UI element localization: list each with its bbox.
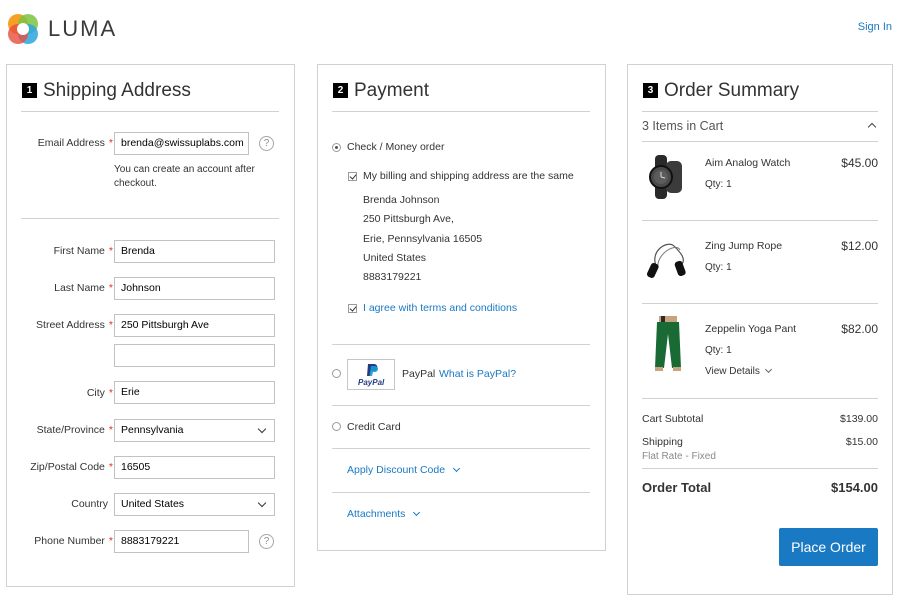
divider xyxy=(642,141,878,142)
divider xyxy=(642,220,878,221)
credit-card-radio[interactable] xyxy=(332,422,341,431)
apply-discount-label: Apply Discount Code xyxy=(347,464,446,476)
state-label: State/Province * xyxy=(36,424,113,436)
divider xyxy=(642,398,878,399)
divider xyxy=(21,218,279,219)
divider xyxy=(21,111,279,112)
payment-title: 2 Payment xyxy=(333,80,429,102)
billing-address-line: United States xyxy=(363,252,427,264)
agree-terms-checkbox[interactable] xyxy=(348,304,357,313)
divider xyxy=(332,111,590,112)
last-name-field[interactable]: Johnson xyxy=(114,277,275,300)
chevron-down-icon xyxy=(453,464,461,473)
cart-item-price: $12.00 xyxy=(841,239,878,253)
order-summary-title: 3 Order Summary xyxy=(643,80,799,102)
zip-field[interactable]: 16505 xyxy=(114,456,275,479)
step-number: 2 xyxy=(333,83,348,98)
brand-name[interactable]: LUMA xyxy=(48,16,117,42)
subtotal-value: $139.00 xyxy=(840,413,878,425)
cart-item-price: $45.00 xyxy=(841,156,878,170)
agree-terms-link[interactable]: I agree with terms and conditions xyxy=(363,302,517,314)
street-address-line2-field[interactable] xyxy=(114,344,275,367)
email-label: Email Address * xyxy=(37,137,113,149)
first-name-field[interactable]: Brenda xyxy=(114,240,275,263)
chevron-down-icon xyxy=(764,365,772,374)
state-select-value: Pennsylvania xyxy=(121,424,184,436)
account-note: You can create an account after checkout… xyxy=(114,164,255,189)
street-address-field[interactable]: 250 Pittsburgh Ave xyxy=(114,314,275,337)
cart-item-price: $82.00 xyxy=(841,322,878,336)
cart-item-name: Aim Analog Watch xyxy=(705,157,791,169)
shipping-value: $15.00 xyxy=(845,436,878,448)
attachments-label: Attachments xyxy=(347,508,406,520)
billing-address-line: Brenda Johnson xyxy=(363,194,440,206)
last-name-label: Last Name * xyxy=(54,282,113,294)
divider xyxy=(642,468,878,469)
email-field[interactable]: brenda@swissuplabs.com xyxy=(114,132,249,155)
same-address-label[interactable]: My billing and shipping address are the … xyxy=(363,170,574,182)
city-label: City * xyxy=(86,387,113,399)
phone-label: Phone Number * xyxy=(34,535,113,547)
view-details-label: View Details xyxy=(705,366,760,377)
billing-address-line: 250 Pittsburgh Ave, xyxy=(363,213,454,225)
cart-item-qty: Qty: 1 xyxy=(705,345,732,356)
city-field[interactable]: Erie xyxy=(114,381,275,404)
country-select[interactable]: United States xyxy=(114,493,275,516)
divider xyxy=(332,492,590,493)
subtotal-label: Cart Subtotal xyxy=(642,413,704,425)
product-image-yoga-pant xyxy=(651,316,685,372)
order-summary-title-text: Order Summary xyxy=(664,80,800,101)
billing-address-line: 8883179221 xyxy=(363,271,422,283)
luma-logo-icon[interactable] xyxy=(6,12,40,46)
divider xyxy=(642,303,878,304)
order-total-value: $154.00 xyxy=(831,480,878,495)
paypal-radio[interactable] xyxy=(332,369,341,378)
billing-address-line: Erie, Pennsylvania 16505 xyxy=(363,233,483,245)
country-select-value: United States xyxy=(121,498,185,510)
check-money-radio[interactable] xyxy=(332,143,341,152)
check-money-label[interactable]: Check / Money order xyxy=(347,141,444,153)
shipping-title: 1 Shipping Address xyxy=(22,80,191,102)
attachments-toggle[interactable]: Attachments xyxy=(347,508,421,520)
payment-title-text: Payment xyxy=(354,80,429,101)
street-address-label: Street Address * xyxy=(36,319,113,331)
credit-card-label[interactable]: Credit Card xyxy=(347,421,401,433)
zip-label: Zip/Postal Code * xyxy=(30,461,113,473)
items-in-cart-toggle[interactable]: 3 Items in Cart xyxy=(642,119,723,133)
view-details-toggle[interactable]: View Details xyxy=(705,365,772,377)
phone-field[interactable]: 8883179221 xyxy=(114,530,249,553)
product-image-watch xyxy=(646,153,690,201)
cart-item-name: Zeppelin Yoga Pant xyxy=(705,323,797,335)
what-is-paypal-link[interactable]: What is PayPal? xyxy=(439,368,516,380)
state-select[interactable]: Pennsylvania xyxy=(114,419,275,442)
country-label: Country xyxy=(71,498,108,510)
cart-item-name: Zing Jump Rope xyxy=(705,240,783,252)
order-total-label: Order Total xyxy=(642,480,712,495)
cart-item-qty: Qty: 1 xyxy=(705,179,732,190)
divider xyxy=(332,448,590,449)
first-name-label: First Name * xyxy=(53,245,113,257)
paypal-logo-text: PayPal xyxy=(358,378,385,387)
place-order-button[interactable]: Place Order xyxy=(779,528,878,566)
product-image-jump-rope xyxy=(646,236,690,280)
chevron-down-icon xyxy=(413,508,421,517)
divider xyxy=(332,405,590,406)
sign-in-link[interactable]: Sign In xyxy=(858,21,892,33)
apply-discount-toggle[interactable]: Apply Discount Code xyxy=(347,464,461,476)
paypal-logo: PayPal xyxy=(347,359,395,390)
help-icon[interactable]: ? xyxy=(259,534,274,549)
shipping-method: Flat Rate - Fixed xyxy=(642,451,716,462)
shipping-title-text: Shipping Address xyxy=(43,80,191,101)
shipping-label: Shipping xyxy=(642,436,683,448)
same-address-checkbox[interactable] xyxy=(348,172,357,181)
divider xyxy=(642,111,878,112)
step-number: 3 xyxy=(643,83,658,98)
paypal-p-icon xyxy=(367,364,378,376)
cart-item-qty: Qty: 1 xyxy=(705,262,732,273)
step-number: 1 xyxy=(22,83,37,98)
help-icon[interactable]: ? xyxy=(259,136,274,151)
paypal-label[interactable]: PayPal xyxy=(402,368,435,380)
divider xyxy=(332,344,590,345)
